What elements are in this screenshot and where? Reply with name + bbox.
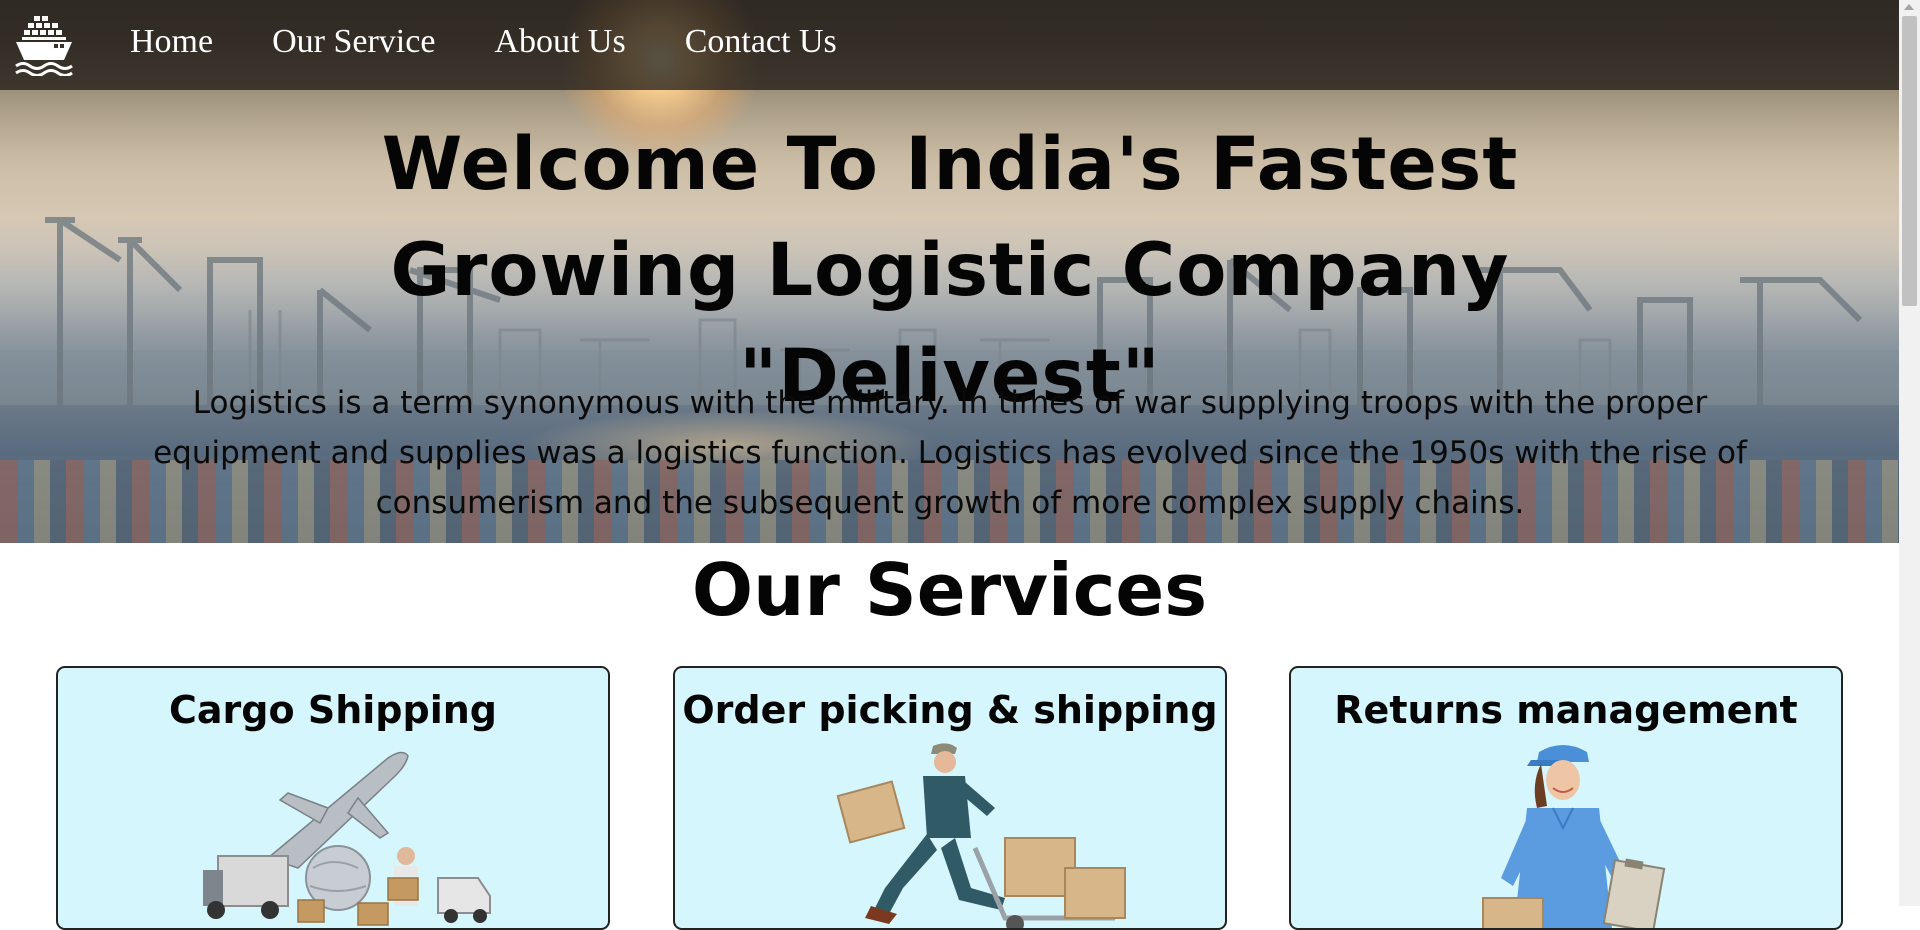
nav-contact-us-link[interactable]: Contact Us (685, 18, 837, 66)
service-card-returns-management[interactable]: Returns management (1289, 666, 1843, 930)
nav-links: Home Our Service About Us Contact Us (130, 18, 837, 66)
service-card-title: Cargo Shipping (169, 688, 497, 732)
cargo-shipping-image (203, 751, 491, 926)
nav-about-us-link[interactable]: About Us (494, 18, 625, 66)
service-card-order-picking[interactable]: Order picking & shipping (673, 666, 1227, 930)
order-picking-image (836, 743, 1126, 928)
nav-home-link[interactable]: Home (130, 18, 213, 66)
returns-management-image (1482, 745, 1666, 928)
scrollbar-thumb[interactable] (1902, 16, 1917, 306)
scroll-up-arrow-icon[interactable] (1904, 4, 1914, 10)
hero-description: Logistics is a term synonymous with the … (153, 385, 1747, 521)
ship-icon[interactable] (14, 14, 74, 76)
page-scrollbar[interactable] (1899, 0, 1920, 906)
nav-our-service-link[interactable]: Our Service (272, 18, 435, 66)
services-heading: Our Services (691, 548, 1208, 632)
service-card-title: Order picking & shipping (682, 688, 1218, 732)
service-card-cargo-shipping[interactable]: Cargo Shipping (56, 666, 610, 930)
service-card-title: Returns management (1334, 688, 1798, 732)
top-navbar: Home Our Service About Us Contact Us (0, 0, 1899, 90)
